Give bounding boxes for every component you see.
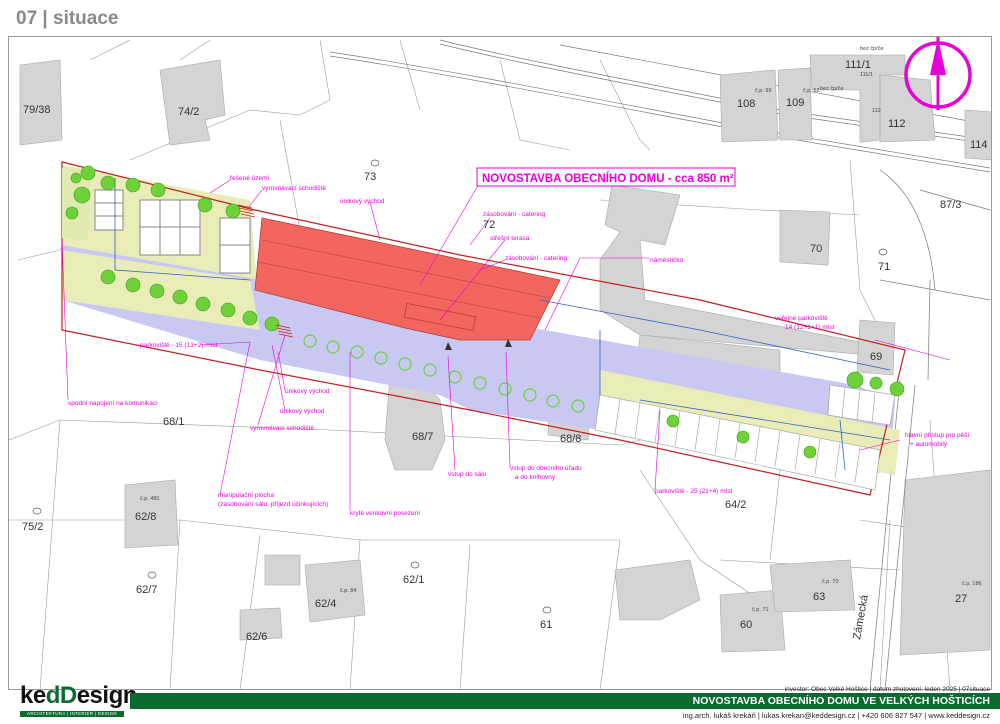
logo-wordmark: kedDesign	[20, 682, 137, 710]
site-plan-drawing: 79/38 74/2 73 72 70 71 69 68/1 68/7 68/8…	[9, 37, 991, 689]
house-number: č.p. 186	[962, 581, 982, 587]
annotation: parkoviště - 15 (13+2) míst	[140, 342, 218, 349]
project-name: NOVOSTAVBA OBECNÍHO DOMU VE VELKÝCH HOŠT…	[692, 695, 990, 707]
annotation: vyrovnávací schodiště	[250, 425, 314, 432]
parcel-label: 73	[364, 171, 376, 183]
annotation: náměstíčko	[650, 257, 684, 264]
parcel-label: 79/38	[23, 104, 51, 116]
annotation: únikový východ	[280, 408, 325, 415]
parcel-label: 75/2	[22, 521, 43, 533]
parcel-label: 111/1	[845, 59, 871, 71]
parcel-label: 61	[540, 619, 552, 631]
parcel-label: 108	[737, 98, 755, 110]
parcel-label: 68/7	[412, 431, 433, 443]
site-plan-sheet: 07 | situace 79/38 74/2 73 72 70 71 69 6…	[0, 0, 1000, 724]
parcel-label: 60	[740, 619, 752, 631]
annotation: manipulační plocha	[218, 492, 274, 499]
annotation: únikový východ	[340, 198, 385, 205]
parcel-label: 72	[483, 219, 495, 231]
annotation: hlavní přístup pro pěší	[905, 432, 970, 439]
parcel-label: 71	[878, 261, 890, 273]
house-number: 112	[872, 108, 881, 114]
house-number: bez čp/če	[860, 46, 884, 52]
annotation: únikový východ	[285, 388, 330, 395]
keddesign-logo: kedDesign ARCHITEKTURA | INTERIÉR | DESI…	[18, 682, 137, 718]
house-number: bez čp/če	[820, 86, 844, 92]
annotation: + automobily	[910, 441, 948, 448]
title-block: kedDesign ARCHITEKTURA | INTERIÉR | DESI…	[0, 680, 1000, 724]
annotation: kryté venkovní posezení	[350, 510, 420, 517]
annotation: 14 (12+1+1) míst	[785, 324, 835, 331]
annotation: (zásobování sálu, příjezd účinkujících)	[218, 501, 328, 508]
logo-dd: dD	[45, 682, 78, 709]
parcel-label: 70	[810, 243, 822, 255]
parcel-label: 74/2	[178, 106, 199, 118]
house-number: č.p. 71	[752, 607, 769, 613]
parcel-label: 68/1	[163, 416, 184, 428]
annotation: zásobování - catering	[483, 211, 546, 218]
parcel-label: 87/3	[940, 199, 961, 211]
parcel-label: 112	[888, 118, 906, 130]
annotation: řešené území	[230, 175, 270, 182]
house-number: č.p. 99	[755, 88, 772, 94]
annotation: vstup do sálu	[448, 471, 487, 478]
annotation: a do knihovny	[515, 474, 556, 481]
logo-suffix: esign	[76, 682, 138, 709]
contact-line: ing.arch. lukáš krekáň | lukas.krekan@ke…	[682, 711, 990, 720]
parcel-label: 64/2	[725, 499, 746, 511]
annotation: vstup do obecního úřadu	[510, 465, 582, 472]
parcel-label: 114	[970, 139, 988, 151]
north-arrow-icon	[904, 37, 972, 110]
annotation: veřejné parkoviště	[775, 315, 828, 322]
annotation: vyrovnávací schodiště	[262, 185, 326, 192]
parcel-label: 69	[870, 351, 882, 363]
parcel-label: 63	[813, 591, 825, 603]
house-number: 111/1	[860, 72, 873, 78]
house-number: č.p. 52	[803, 88, 820, 94]
house-number: č.p. 481	[140, 496, 160, 502]
parcel-label: 62/1	[403, 574, 424, 586]
annotation: střešní terasa	[490, 235, 530, 242]
house-number: č.p. 70	[822, 579, 839, 585]
parcel-label: 109	[786, 97, 804, 109]
logo-prefix: ke	[20, 682, 46, 709]
house-number: č.p. 84	[340, 588, 357, 594]
project-headline: NOVOSTAVBA OBECNÍHO DOMU - cca 850 m²	[482, 172, 734, 185]
annotation: spodní napojení na komunikaci	[68, 400, 158, 407]
parcel-label: 62/8	[135, 511, 156, 523]
parcel-label: 62/7	[136, 584, 157, 596]
annotation: zásobování - catering	[505, 255, 568, 262]
parcel-label: 27	[955, 593, 967, 605]
parcel-label: 68/8	[560, 433, 581, 445]
annotation: parkoviště - 25 (21+4) míst	[655, 488, 733, 495]
logo-tagline: ARCHITEKTURA | INTERIÉR | DESIGN	[20, 711, 124, 717]
investor-date-line: investor: Obec Velké Hoštice | datum zho…	[784, 686, 990, 693]
parcel-label: 62/6	[246, 631, 267, 643]
parcel-label: 62/4	[315, 598, 336, 610]
